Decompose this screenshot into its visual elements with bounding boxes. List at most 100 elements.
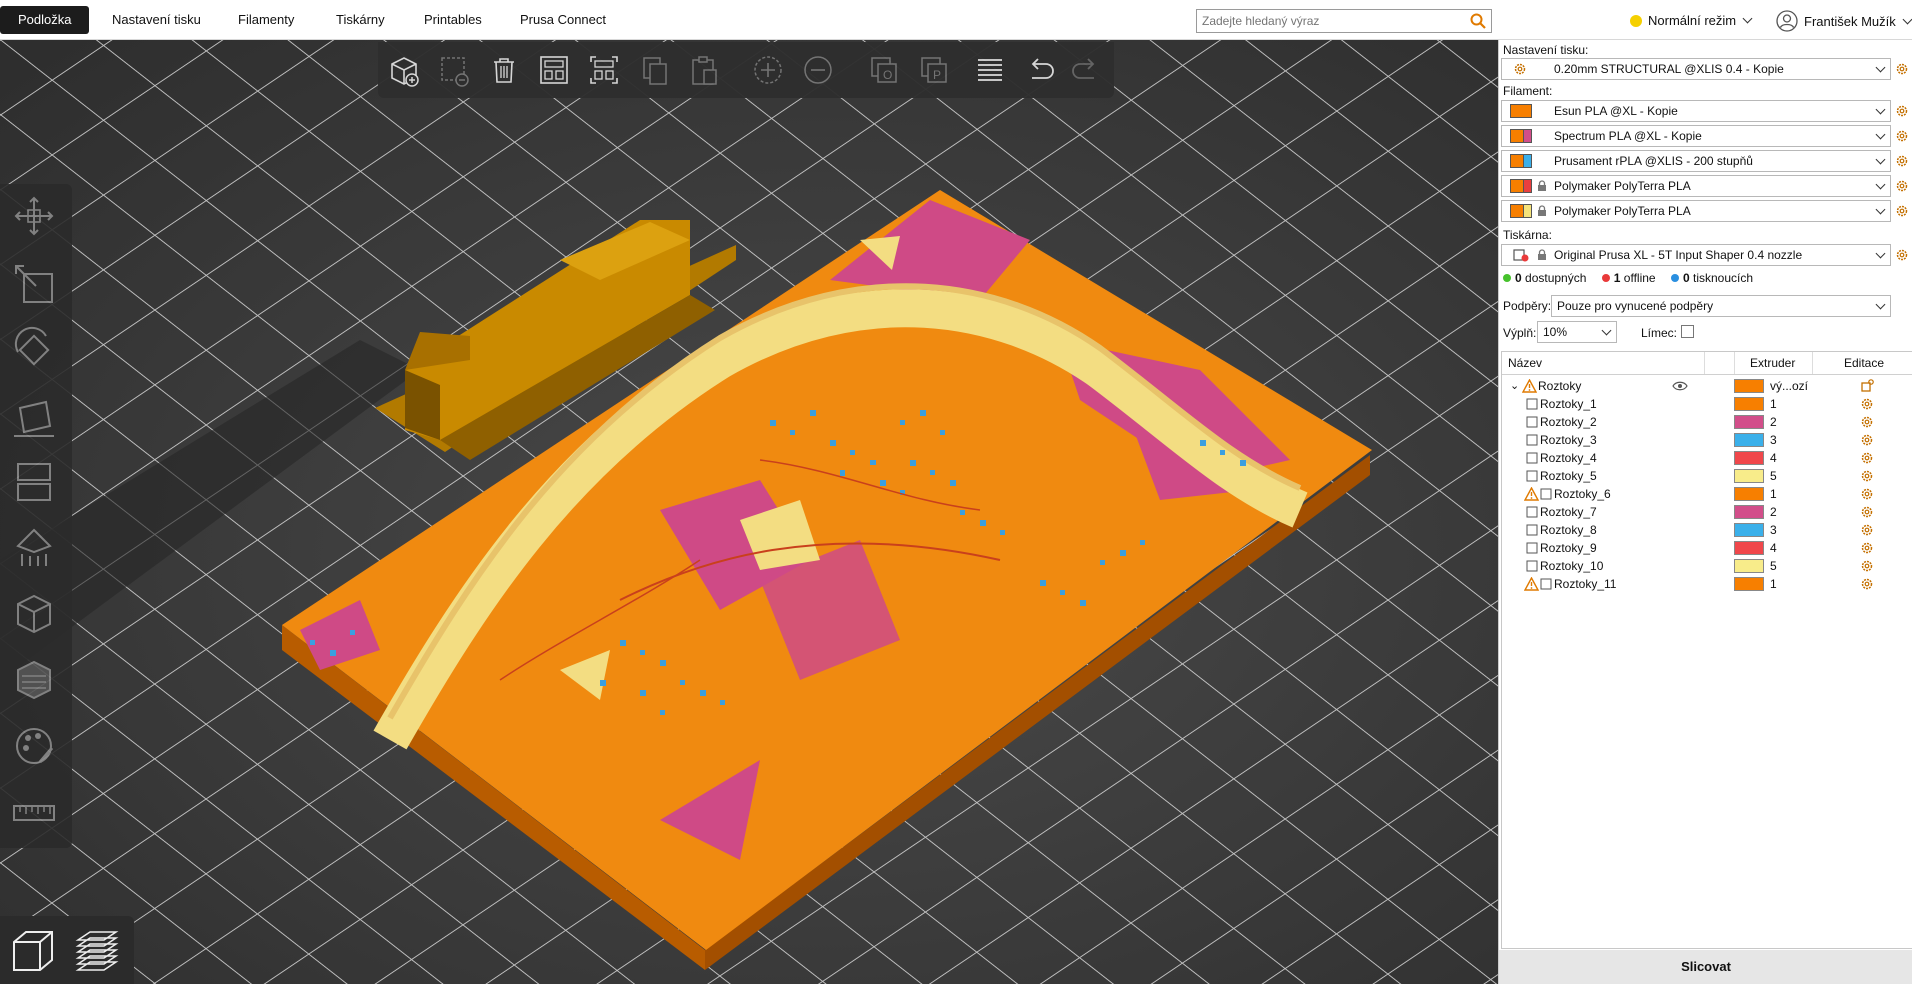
- slice-button[interactable]: Slicovat: [1499, 950, 1912, 984]
- extruder-color-swatch[interactable]: [1734, 379, 1764, 393]
- extruder-value[interactable]: 1: [1770, 485, 1777, 503]
- build-plate-scene[interactable]: [0, 40, 1498, 984]
- gear-icon[interactable]: [1860, 559, 1874, 573]
- object-row[interactable]: Roztoky_4 4: [1502, 449, 1912, 467]
- supports-paint-icon[interactable]: [6, 520, 62, 576]
- move-icon[interactable]: [6, 188, 62, 244]
- extruder-value[interactable]: 2: [1770, 503, 1777, 521]
- extruder-color-swatch[interactable]: [1734, 577, 1764, 591]
- arrange-icon[interactable]: [534, 50, 574, 90]
- 3d-view-icon[interactable]: [6, 924, 60, 978]
- mode-selector[interactable]: Normální režim: [1630, 12, 1753, 30]
- extruder-value[interactable]: 2: [1770, 413, 1777, 431]
- tab-filaments[interactable]: Filamenty: [220, 6, 312, 34]
- tab-printers[interactable]: Tiskárny: [318, 6, 403, 34]
- palette-icon[interactable]: [6, 718, 62, 774]
- extruder-color-swatch[interactable]: [1734, 487, 1764, 501]
- copy-icon[interactable]: [634, 50, 674, 90]
- edit-preset-gear-icon[interactable]: [1895, 129, 1909, 143]
- gear-icon[interactable]: [1860, 523, 1874, 537]
- remove-instance-icon[interactable]: [798, 50, 838, 90]
- extruder-color-swatch[interactable]: [1734, 433, 1764, 447]
- filament-combo-4[interactable]: Polymaker PolyTerra PLA: [1501, 175, 1891, 197]
- filament-combo-3[interactable]: Prusament rPLA @XLIS - 200 stupňů: [1501, 150, 1891, 172]
- object-row-roztoky[interactable]: ⌄ Roztoky vý...ozí: [1502, 377, 1912, 395]
- extruder-color-swatch[interactable]: [1734, 397, 1764, 411]
- object-row[interactable]: Roztoky_9 4: [1502, 539, 1912, 557]
- gear-icon[interactable]: [1860, 397, 1874, 411]
- paste-icon[interactable]: [684, 50, 724, 90]
- brim-checkbox[interactable]: [1681, 325, 1694, 338]
- edit-settings-icon[interactable]: [1860, 379, 1874, 393]
- collapse-chevron-icon[interactable]: ⌄: [1510, 377, 1519, 395]
- undo-icon[interactable]: [1020, 50, 1060, 90]
- extruder-color-swatch[interactable]: [1734, 541, 1764, 555]
- filament-combo-2[interactable]: Spectrum PLA @XL - Kopie: [1501, 125, 1891, 147]
- extruder-value[interactable]: 4: [1770, 449, 1777, 467]
- gear-icon[interactable]: [1860, 541, 1874, 555]
- gear-icon[interactable]: [1860, 415, 1874, 429]
- eye-icon[interactable]: [1672, 380, 1688, 392]
- scale-icon[interactable]: [6, 256, 62, 312]
- tab-plater[interactable]: Podložka: [0, 6, 90, 34]
- layers-editing-icon[interactable]: [970, 50, 1010, 90]
- object-row[interactable]: Roztoky_2 2: [1502, 413, 1912, 431]
- search-input[interactable]: [1202, 11, 1457, 31]
- gear-icon[interactable]: [1860, 487, 1874, 501]
- edit-preset-gear-icon[interactable]: [1895, 104, 1909, 118]
- gear-icon[interactable]: [1860, 577, 1874, 591]
- edit-preset-gear-icon[interactable]: [1895, 179, 1909, 193]
- infill-combo[interactable]: 10%: [1537, 321, 1617, 343]
- mmu-paint-icon[interactable]: [6, 652, 62, 708]
- measure-icon[interactable]: [6, 784, 62, 840]
- extruder-color-swatch[interactable]: [1734, 451, 1764, 465]
- extruder-value[interactable]: 3: [1770, 431, 1777, 449]
- extruder-color-swatch[interactable]: [1734, 559, 1764, 573]
- extruder-value[interactable]: 1: [1770, 395, 1777, 413]
- extruder-color-swatch[interactable]: [1734, 415, 1764, 429]
- object-row[interactable]: Roztoky_5 5: [1502, 467, 1912, 485]
- extruder-value[interactable]: vý...ozí: [1770, 377, 1808, 395]
- delete-all-icon[interactable]: [484, 50, 524, 90]
- object-row[interactable]: Roztoky_8 3: [1502, 521, 1912, 539]
- gear-icon[interactable]: [1860, 505, 1874, 519]
- tab-print-settings[interactable]: Nastavení tisku: [94, 6, 219, 34]
- gear-icon[interactable]: [1860, 469, 1874, 483]
- object-row[interactable]: Roztoky_11 1: [1502, 575, 1912, 593]
- supports-combo[interactable]: Pouze pro vynucené podpěry: [1551, 295, 1891, 317]
- edit-preset-gear-icon[interactable]: [1895, 248, 1909, 262]
- 3d-viewport[interactable]: O P: [0, 40, 1498, 984]
- extruder-color-swatch[interactable]: [1734, 505, 1764, 519]
- edit-preset-gear-icon[interactable]: [1895, 204, 1909, 218]
- object-row[interactable]: Roztoky_1 1: [1502, 395, 1912, 413]
- cut-icon[interactable]: [6, 454, 62, 510]
- gear-icon[interactable]: [1860, 433, 1874, 447]
- arrange-selection-icon[interactable]: [584, 50, 624, 90]
- tab-printables[interactable]: Printables: [406, 6, 500, 34]
- edit-preset-gear-icon[interactable]: [1895, 154, 1909, 168]
- column-name[interactable]: Název: [1508, 356, 1542, 370]
- add-instance-icon[interactable]: [748, 50, 788, 90]
- printer-combo[interactable]: Original Prusa XL - 5T Input Shaper 0.4 …: [1501, 244, 1891, 266]
- seam-paint-icon[interactable]: [6, 586, 62, 642]
- place-on-face-icon[interactable]: [6, 388, 62, 444]
- extruder-color-swatch[interactable]: [1734, 523, 1764, 537]
- print-profile-combo[interactable]: 0.20mm STRUCTURAL @XLIS 0.4 - Kopie: [1501, 58, 1891, 80]
- extruder-value[interactable]: 1: [1770, 575, 1777, 593]
- filament-combo-1[interactable]: Esun PLA @XL - Kopie: [1501, 100, 1891, 122]
- split-parts-icon[interactable]: P: [914, 50, 954, 90]
- redo-icon[interactable]: [1066, 50, 1106, 90]
- object-row[interactable]: Roztoky_6 1: [1502, 485, 1912, 503]
- user-menu[interactable]: František Mužík: [1776, 10, 1912, 32]
- tab-prusa-connect[interactable]: Prusa Connect: [502, 6, 624, 34]
- delete-object-icon[interactable]: [434, 50, 474, 90]
- extruder-value[interactable]: 5: [1770, 557, 1777, 575]
- object-row[interactable]: Roztoky_3 3: [1502, 431, 1912, 449]
- column-extruder[interactable]: Extruder: [1750, 356, 1795, 370]
- split-objects-icon[interactable]: O: [864, 50, 904, 90]
- object-row[interactable]: Roztoky_7 2: [1502, 503, 1912, 521]
- extruder-value[interactable]: 5: [1770, 467, 1777, 485]
- extruder-value[interactable]: 4: [1770, 539, 1777, 557]
- column-edit[interactable]: Editace: [1844, 356, 1884, 370]
- search-icon[interactable]: [1469, 12, 1487, 30]
